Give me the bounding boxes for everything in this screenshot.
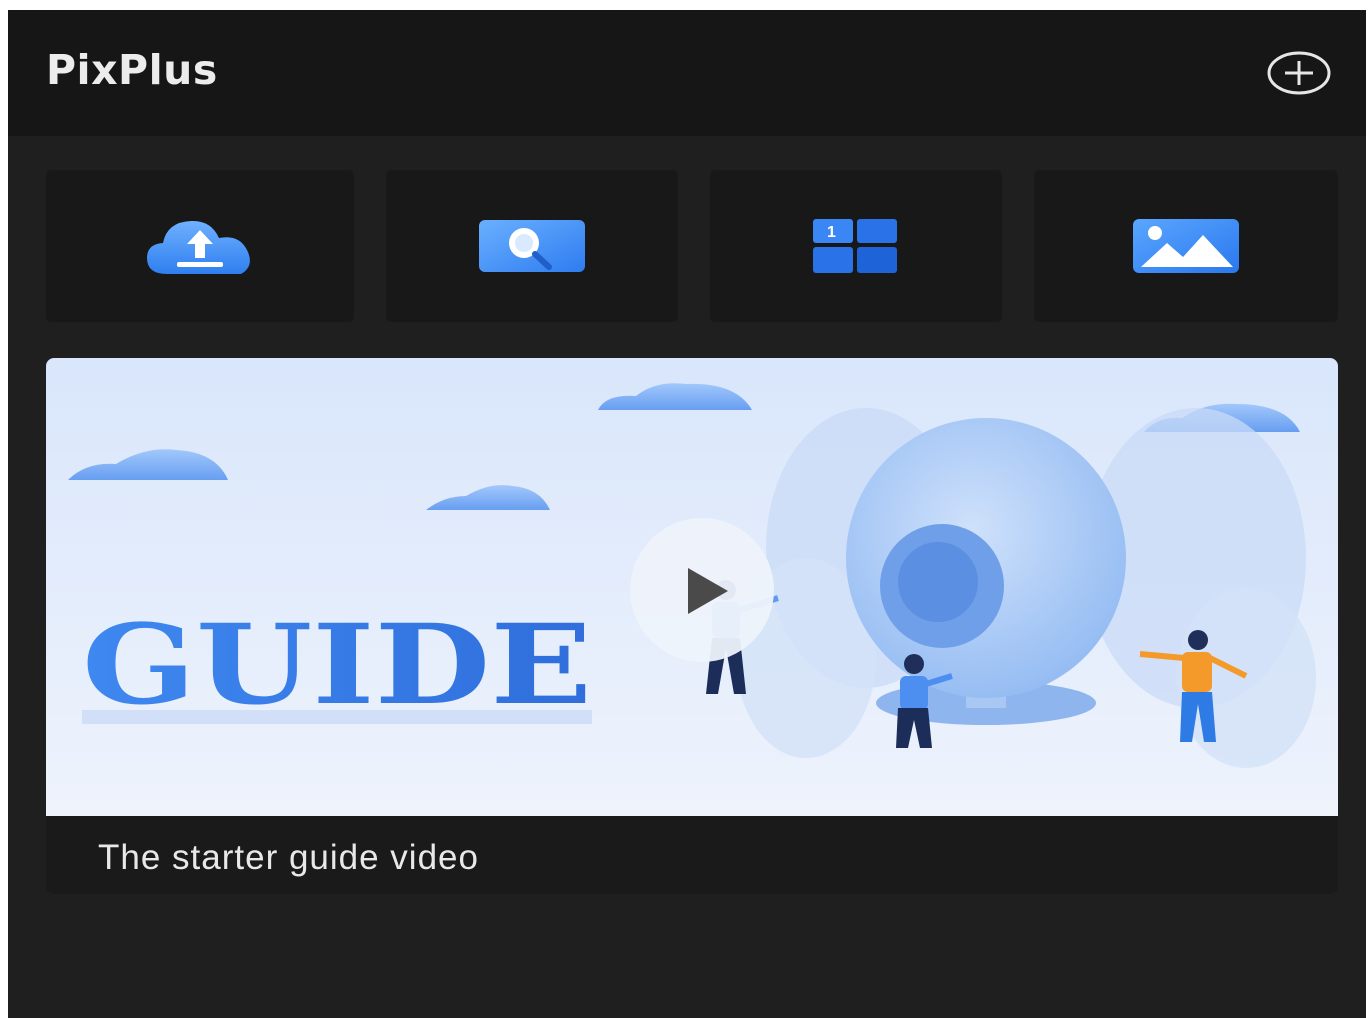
guide-video-card[interactable]: GUIDE The starter guide video	[46, 358, 1338, 894]
guide-banner-text: GUIDE	[82, 600, 592, 729]
app-header: PixPlus	[8, 10, 1366, 136]
app-title: PixPlus	[46, 46, 218, 94]
layout-badge: 1	[827, 224, 836, 241]
plus-circle-icon	[1267, 51, 1331, 95]
image-search-icon	[479, 220, 585, 272]
tool-grid: 1	[46, 170, 1338, 322]
guide-thumbnail[interactable]: GUIDE	[46, 358, 1338, 816]
add-button[interactable]	[1266, 50, 1332, 96]
app-window: PixPlus 1 GUIDE The starter guide video	[8, 10, 1366, 1018]
grid-layout-icon: 1	[813, 219, 897, 273]
gallery-tile[interactable]	[1034, 170, 1338, 322]
play-button[interactable]	[630, 518, 774, 662]
layout-tile[interactable]: 1	[710, 170, 1002, 322]
cloud-upload-icon	[147, 220, 250, 274]
image-gallery-icon	[1133, 219, 1239, 273]
search-tile[interactable]	[386, 170, 678, 322]
guide-caption: The starter guide video	[98, 838, 479, 877]
upload-tile[interactable]	[46, 170, 354, 322]
